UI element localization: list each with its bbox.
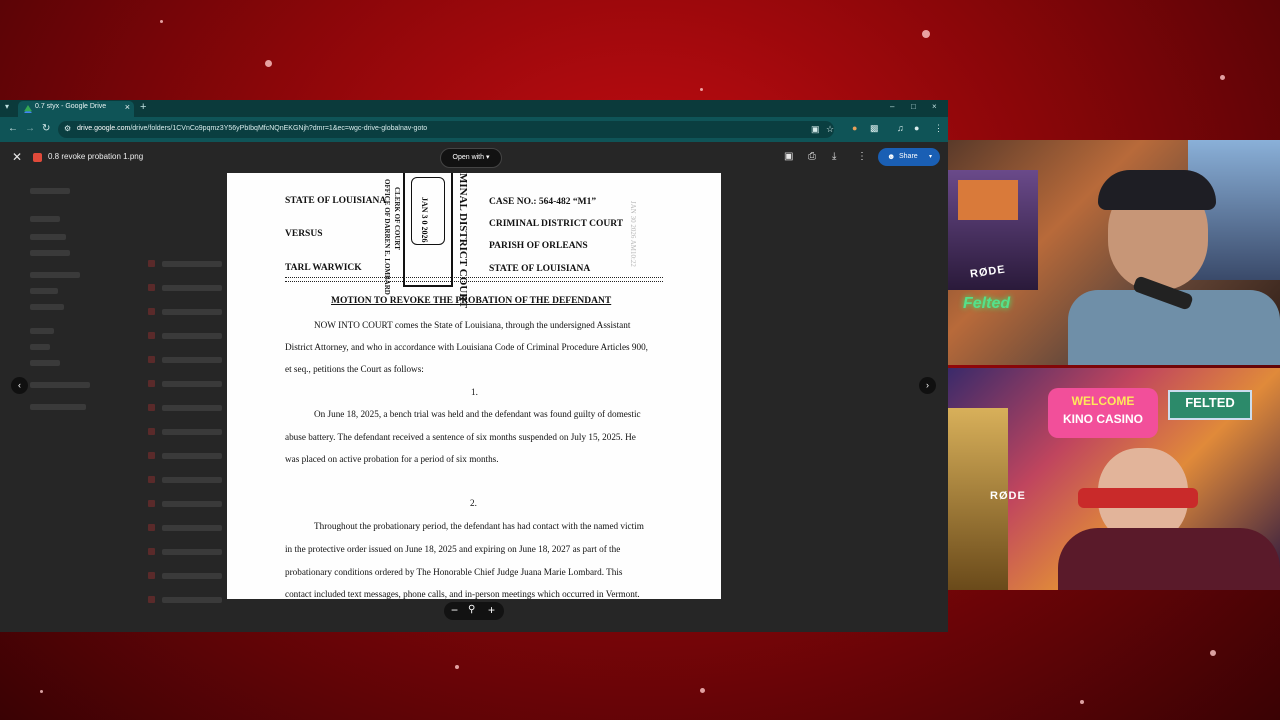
dotted-rule <box>285 281 663 282</box>
felted-text: FELTED <box>1185 395 1235 410</box>
browser-toolbar: ← → ↻ ⚙ drive.google.com/drive/folders/1… <box>0 117 948 142</box>
profile-icon[interactable]: ● <box>914 123 919 133</box>
share-button[interactable]: ☻ Share ▾ <box>878 148 940 166</box>
intro-line: District Attorney, and who in accordance… <box>285 342 648 352</box>
faint-received-stamp: JAN 30 2026 AM10:22 <box>629 201 637 267</box>
preview-filename: 0.8 revoke probation 1.png <box>48 152 144 161</box>
download-icon[interactable]: ⤓ <box>832 151 836 162</box>
case-number: CASE NO.: 564-482 “M1” <box>489 197 597 207</box>
chevron-down-icon: ▾ <box>485 154 490 161</box>
back-arrow-icon[interactable]: ← <box>8 123 18 134</box>
close-icon[interactable]: × <box>125 102 130 112</box>
url-text: drive.google.com/drive/folders/1CVnCo9pq… <box>77 125 428 132</box>
extensions-puzzle-icon[interactable]: ▩ <box>870 123 879 134</box>
zoom-out-icon[interactable]: − <box>451 603 458 617</box>
bookmark-star-icon[interactable]: ☆ <box>826 124 834 135</box>
browser-window: ▾ 0.7 styx - Google Drive × + – □ × ← → … <box>0 100 948 632</box>
chair <box>1078 488 1198 508</box>
welcome-text: WELCOME <box>1071 394 1135 408</box>
open-with-label: Open with <box>452 154 485 161</box>
webcam-bottom: WELCOME KINO CASINO FELTED RØDE <box>948 368 1280 590</box>
chevron-down-icon: ▾ <box>929 154 933 160</box>
stamp-clerk-title: CLERK OF COURT <box>393 187 401 250</box>
intro-line: et seq., petitions the Court as follows: <box>285 364 424 374</box>
parish-name: PARISH OF ORLEANS <box>489 241 588 251</box>
section-number: 1. <box>471 387 478 397</box>
state-name: STATE OF LOUISIANA <box>489 264 591 274</box>
stamp-clerk-office: OFFICE OF DARREN E. LOMBARD <box>383 179 391 295</box>
court-name: CRIMINAL DISTRICT COURT <box>489 219 624 229</box>
tab-bar: ▾ 0.7 styx - Google Drive × + – □ × <box>0 100 948 117</box>
section-line: probationary conditions ordered by The H… <box>285 567 623 577</box>
browser-tab[interactable]: 0.7 styx - Google Drive × <box>18 101 134 117</box>
dotted-rule <box>285 277 663 278</box>
caption-versus: VERSUS <box>285 229 323 239</box>
person-add-icon: ☻ <box>887 152 896 161</box>
minimize-icon[interactable]: – <box>890 102 894 111</box>
chevron-right-icon[interactable]: › <box>919 377 936 394</box>
window-close-icon[interactable]: × <box>932 102 937 111</box>
section-number: 2. <box>470 498 477 508</box>
zoom-controls: − ⚲ + <box>444 602 504 620</box>
section-line: was placed on active probation for a per… <box>285 454 499 464</box>
close-icon[interactable]: ✕ <box>12 150 22 164</box>
reload-icon[interactable]: ↻ <box>42 123 50 134</box>
image-file-icon <box>33 153 42 162</box>
chevron-left-icon[interactable]: ‹ <box>11 377 28 394</box>
webcam-top: RØDE Felted <box>948 140 1280 365</box>
install-app-icon[interactable]: ▣ <box>811 124 820 135</box>
stamp-date: JAN 3 0 2026 <box>420 197 429 243</box>
share-label: Share <box>899 153 918 160</box>
new-tab-icon[interactable]: + <box>140 101 146 113</box>
host-cap <box>1098 170 1216 210</box>
site-info-icon[interactable]: ⚙ <box>64 124 71 133</box>
casino-name: KINO CASINO <box>1062 412 1143 426</box>
more-vert-icon[interactable]: ⋮ <box>857 151 867 162</box>
section-line: abuse battery. The defendant received a … <box>285 432 636 442</box>
section-line: contact included text messages, phone ca… <box>285 589 640 599</box>
tab-menu-icon[interactable]: ▾ <box>5 102 9 111</box>
maximize-icon[interactable]: □ <box>911 102 916 111</box>
address-bar[interactable]: ⚙ drive.google.com/drive/folders/1CVnCo9… <box>58 121 834 138</box>
mic-brand: RØDE <box>990 490 1026 502</box>
section-line: in the protective order issued on June 1… <box>285 544 621 554</box>
caption-state: STATE OF LOUISIANA <box>285 196 387 206</box>
tab-title: 0.7 styx - Google Drive <box>35 103 107 110</box>
stamp-court-name: MINAL DISTRICT COURT <box>457 173 469 309</box>
caption-defendant: TARL WARWICK <box>285 263 362 273</box>
neon-sign: Felted <box>963 295 1011 312</box>
filing-stamp: JAN 3 0 2026 <box>403 173 453 287</box>
browser-menu-icon[interactable]: ⋮ <box>934 123 943 134</box>
preview-header: ✕ 0.8 revoke probation 1.png Open with ▾… <box>0 142 948 172</box>
arcade-screen <box>958 180 1018 220</box>
favicon-drive-icon <box>24 105 32 113</box>
open-with-button[interactable]: Open with ▾ <box>440 148 502 168</box>
print-icon[interactable]: ⎙ <box>808 151 816 162</box>
forward-arrow-icon[interactable]: → <box>25 123 35 134</box>
host-shirt <box>1058 528 1280 590</box>
comment-add-icon[interactable]: ▣ <box>784 151 793 162</box>
zoom-in-icon[interactable]: + <box>488 603 495 617</box>
document-page: STATE OF LOUISIANA VERSUS TARL WARWICK C… <box>227 173 721 599</box>
section-line: On June 18, 2025, a bench trial was held… <box>314 409 641 419</box>
zoom-icon[interactable]: ⚲ <box>468 604 475 615</box>
motion-heading: MOTION TO REVOKE THE PROBATION OF THE DE… <box>331 296 612 306</box>
extension-icon[interactable]: ● <box>852 123 857 133</box>
section-line: Throughout the probationary period, the … <box>314 521 644 531</box>
media-icon[interactable]: ♫ <box>897 123 904 133</box>
intro-line: NOW INTO COURT comes the State of Louisi… <box>314 320 631 330</box>
